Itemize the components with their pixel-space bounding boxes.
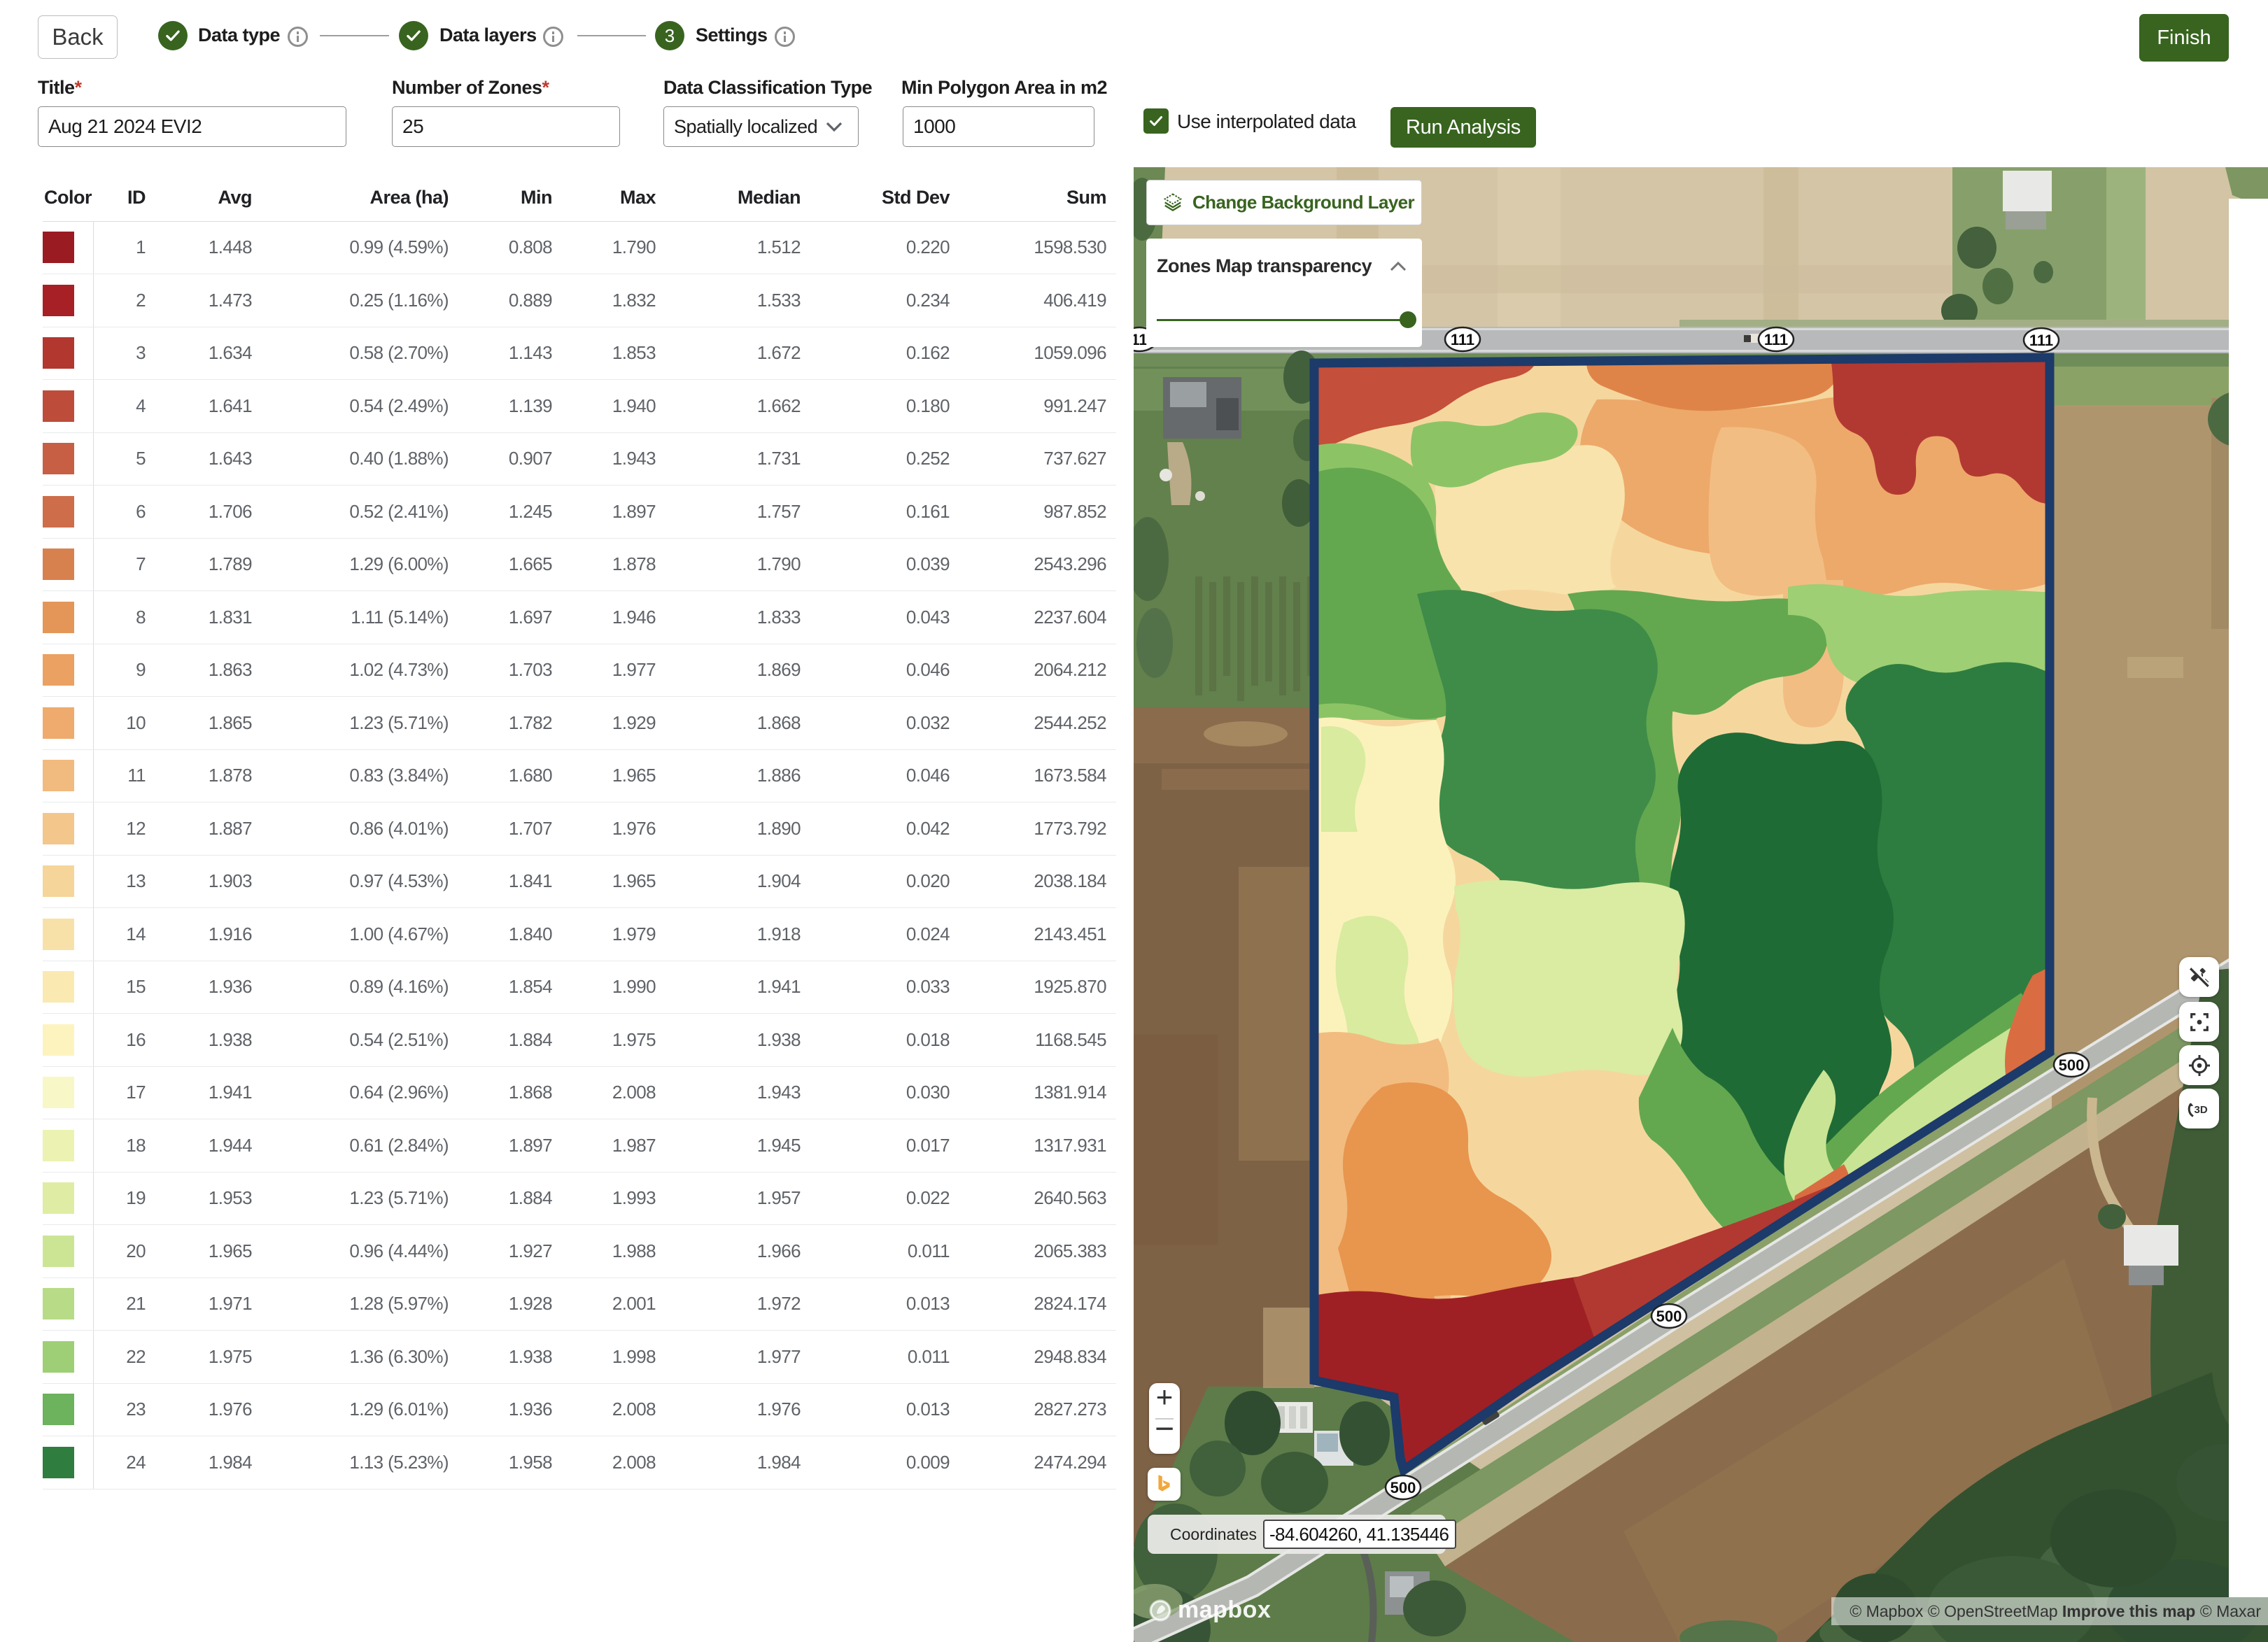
- svg-text:500: 500: [1656, 1308, 1682, 1325]
- svg-text:111: 111: [1764, 331, 1788, 348]
- svg-text:3D: 3D: [2194, 1104, 2207, 1116]
- svg-text:111: 111: [2029, 332, 2053, 349]
- svg-text:500: 500: [1390, 1479, 1416, 1496]
- svg-text:111: 111: [1451, 331, 1474, 348]
- svg-text:11: 11: [1134, 331, 1148, 348]
- svg-text:500: 500: [2059, 1056, 2085, 1074]
